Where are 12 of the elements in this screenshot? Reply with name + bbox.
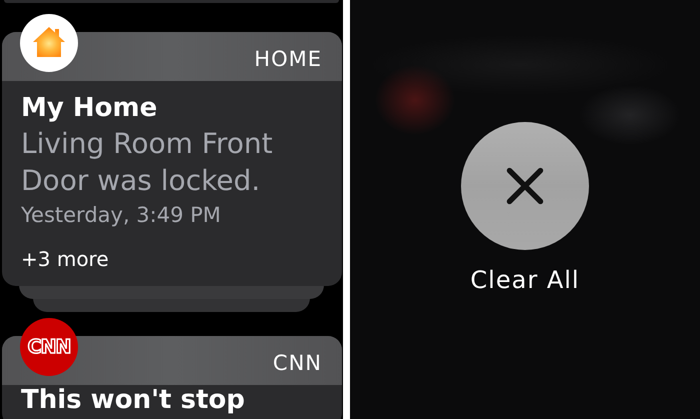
app-name: CNN — [272, 353, 322, 374]
notification-title: This won't stop — [21, 388, 246, 413]
app-name: HOME — [254, 49, 322, 70]
more-link[interactable]: +3 more — [21, 246, 324, 272]
house-icon — [20, 14, 78, 72]
notification-card[interactable]: HOME My Home Living Room Front Door was locked. Yesterday, 3:49 PM +3 more — [2, 32, 342, 286]
notification-title: My Home — [21, 92, 158, 125]
timestamp: Yesterday, 3:49 PM — [21, 202, 222, 229]
logo-icon: CNN — [20, 318, 78, 376]
clear-all-label: Clear All — [470, 265, 580, 295]
close-icon — [505, 166, 545, 206]
notification-text: Living Room Front Door was locked. — [21, 126, 274, 199]
